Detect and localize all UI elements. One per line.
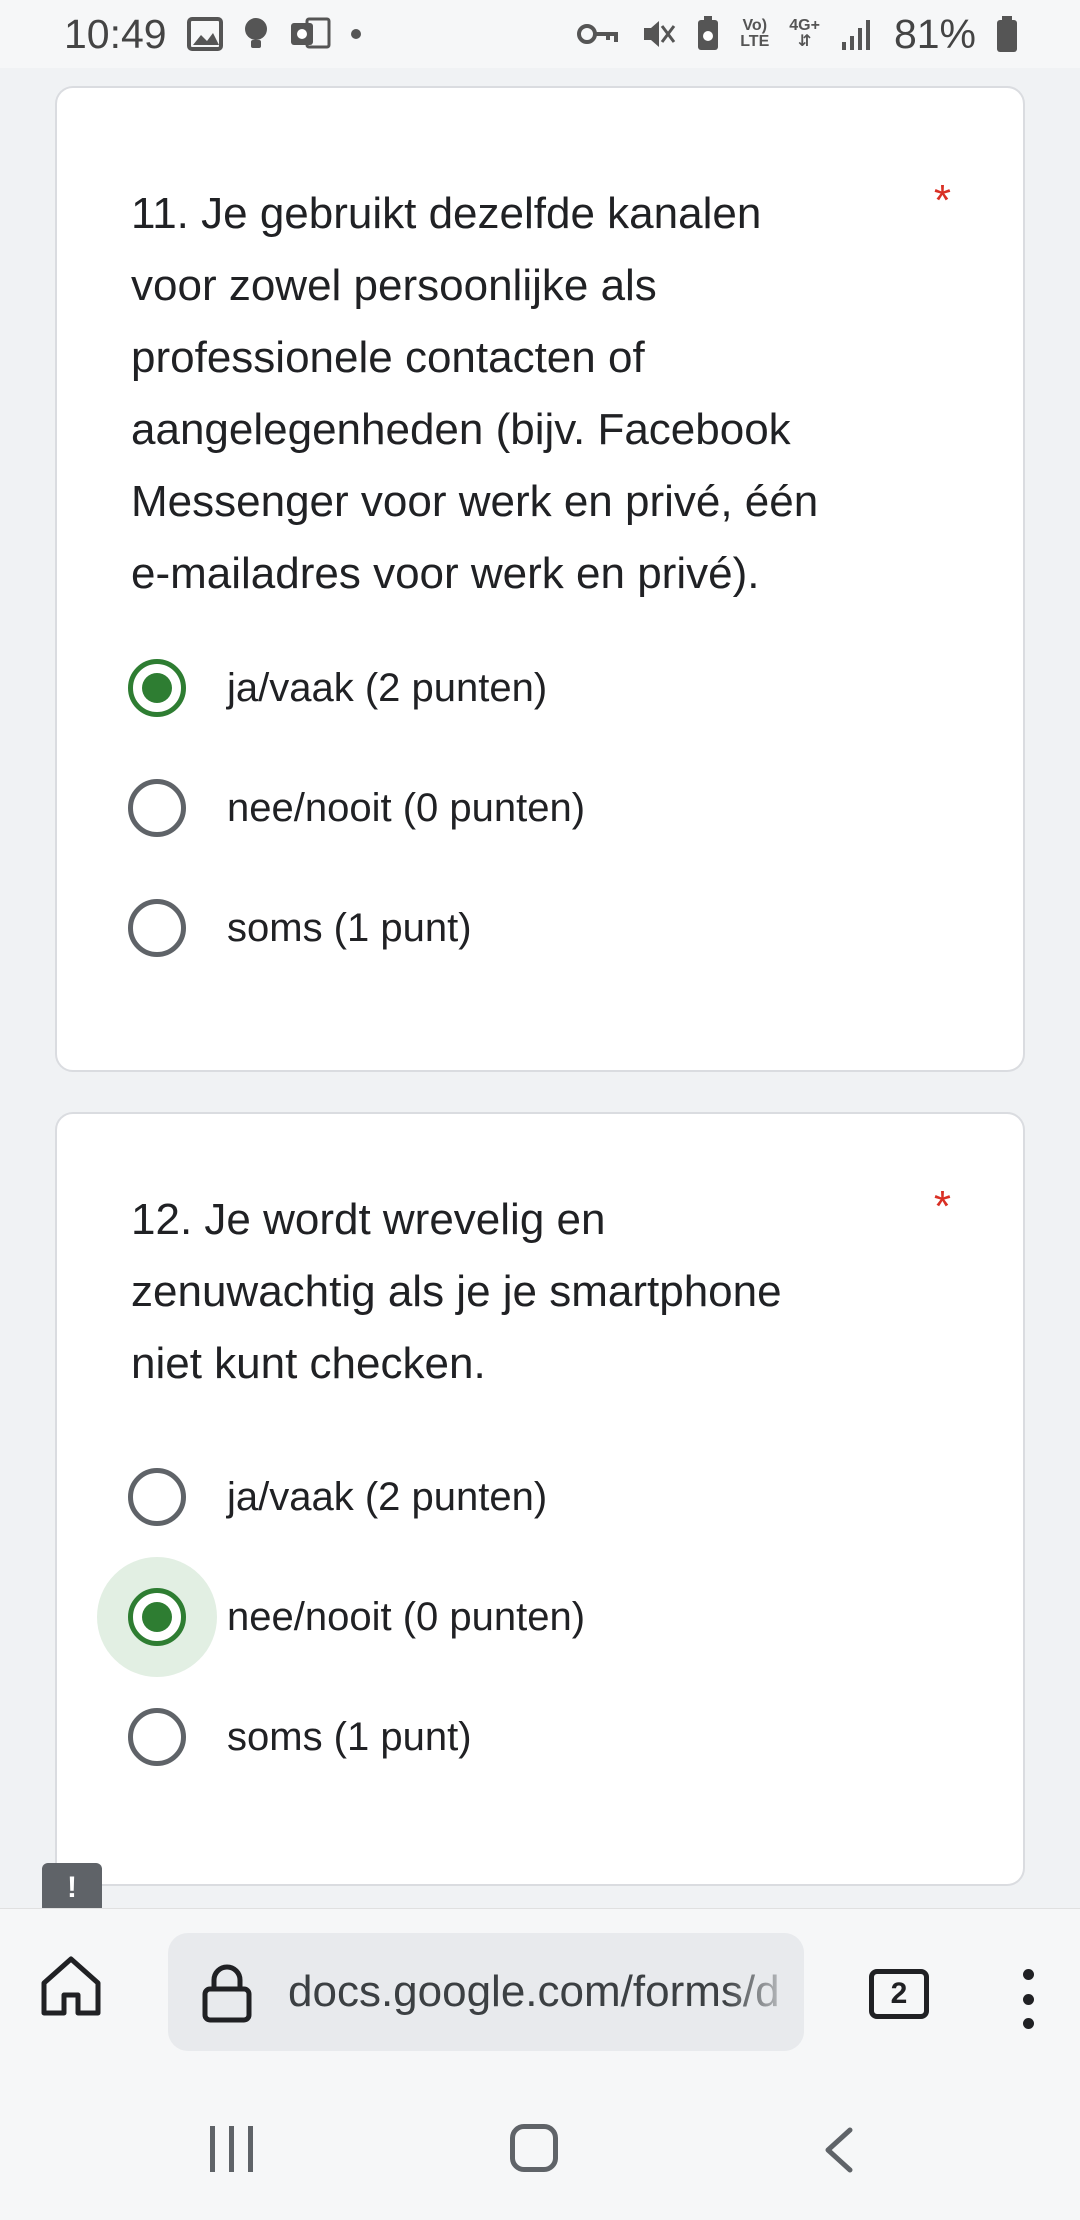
outlook-icon	[289, 17, 331, 51]
question-title-line: voor zowel persoonlijke als	[131, 261, 657, 310]
status-time: 10:49	[64, 10, 167, 57]
system-navigation-bar	[0, 2060, 1080, 2220]
question-card-11: 11. Je gebruikt dezelfde kanalen voor zo…	[55, 86, 1025, 1072]
radio-button-wrap[interactable]	[97, 748, 217, 868]
question-title-line: 11. Je gebruikt dezelfde kanalen	[131, 189, 762, 238]
question-title: 11. Je gebruikt dezelfde kanalen voor zo…	[131, 178, 891, 610]
required-marker: *	[933, 1182, 951, 1231]
radio-button-wrap[interactable]	[97, 1437, 217, 1557]
radio-button-wrap-focused[interactable]	[97, 1557, 217, 1677]
radio-option-soms[interactable]: soms (1 punt)	[57, 873, 1023, 983]
more-menu-icon[interactable]	[1010, 1969, 1046, 2029]
status-bar: 10:49 Vo) LTE 4G+ ⇵ 81%	[0, 0, 1080, 68]
signal-icon	[840, 18, 874, 50]
volte-indicator: Vo) LTE	[740, 18, 769, 50]
tab-switcher-button[interactable]: 2	[869, 1969, 929, 2019]
url-bar[interactable]: docs.google.com/forms/d	[168, 1933, 804, 2051]
radio-option-soms[interactable]: soms (1 punt)	[57, 1682, 1023, 1792]
gallery-icon	[186, 17, 223, 51]
radio-button[interactable]	[128, 779, 186, 837]
required-marker: *	[933, 176, 951, 225]
radio-option-label: soms (1 punt)	[227, 905, 472, 950]
lightbulb-icon	[243, 16, 269, 52]
question-title-line: aangelegenheden (bijv. Facebook	[131, 405, 791, 454]
question-title-line: Messenger voor werk en privé, één	[131, 477, 819, 526]
menu-dot	[1022, 1969, 1034, 1980]
question-card-12: 12. Je wordt wrevelig en zenuwachtig als…	[55, 1112, 1025, 1886]
radio-option-label: ja/vaak (2 punten)	[227, 665, 548, 710]
back-icon[interactable]	[820, 2126, 856, 2174]
volte-top: Vo)	[742, 17, 768, 34]
network-indicator: 4G+ ⇵	[789, 18, 820, 50]
radio-option-label: nee/nooit (0 punten)	[227, 785, 586, 830]
radio-button-wrap[interactable]	[97, 1677, 217, 1797]
form-content[interactable]: 11. Je gebruikt dezelfde kanalen voor zo…	[0, 68, 1080, 1908]
radio-option-label: ja/vaak (2 punten)	[227, 1474, 548, 1519]
question-title-line: zenuwachtig als je je smartphone	[131, 1267, 782, 1316]
menu-dot	[1022, 1993, 1034, 2005]
feedback-icon[interactable]: !	[42, 1863, 102, 1908]
question-title-line: e-mailadres voor werk en privé).	[131, 549, 760, 598]
question-title-line: professionele contacten of	[131, 333, 645, 382]
battery-icon	[996, 16, 1018, 52]
radio-button-wrap[interactable]	[97, 868, 217, 988]
status-bar-right: Vo) LTE 4G+ ⇵ 81%	[576, 11, 1018, 58]
radio-option-label: soms (1 punt)	[227, 1714, 472, 1759]
home-nav-icon[interactable]	[510, 2124, 558, 2172]
radio-button[interactable]	[128, 899, 186, 957]
volte-bottom: LTE	[740, 33, 770, 50]
browser-toolbar: docs.google.com/forms/d 2	[0, 1908, 1080, 2060]
radio-button-checked[interactable]	[128, 1588, 186, 1646]
dot-icon	[350, 29, 361, 39]
recent-apps-icon[interactable]	[208, 2126, 256, 2172]
radio-option-nee-nooit[interactable]: nee/nooit (0 punten)	[57, 1557, 1023, 1677]
url-text[interactable]: docs.google.com/forms/d	[288, 1967, 780, 2017]
radio-option-label: nee/nooit (0 punten)	[227, 1594, 586, 1639]
url-fade	[724, 1933, 804, 2051]
question-title-line: 12. Je wordt wrevelig en	[131, 1195, 606, 1244]
status-bar-left: 10:49	[64, 11, 361, 58]
vpn-key-icon	[576, 21, 620, 47]
question-title-line: niet kunt checken.	[131, 1339, 486, 1388]
network-type: 4G+	[789, 17, 820, 34]
radio-option-ja-vaak[interactable]: ja/vaak (2 punten)	[57, 633, 1023, 743]
lock-icon[interactable]	[200, 1963, 254, 2023]
battery-saver-icon	[696, 16, 720, 52]
data-arrows-icon: ⇵	[797, 33, 812, 50]
question-title: 12. Je wordt wrevelig en zenuwachtig als…	[131, 1184, 891, 1400]
radio-button-checked[interactable]	[128, 659, 186, 717]
radio-button[interactable]	[128, 1468, 186, 1526]
mute-icon	[640, 16, 676, 52]
radio-option-ja-vaak[interactable]: ja/vaak (2 punten)	[57, 1442, 1023, 1552]
battery-percent: 81%	[893, 10, 976, 57]
radio-button-wrap[interactable]	[97, 628, 217, 748]
radio-option-nee-nooit[interactable]: nee/nooit (0 punten)	[57, 753, 1023, 863]
radio-button[interactable]	[128, 1708, 186, 1766]
menu-dot	[1022, 2018, 1034, 2029]
home-icon[interactable]	[38, 1953, 104, 2019]
